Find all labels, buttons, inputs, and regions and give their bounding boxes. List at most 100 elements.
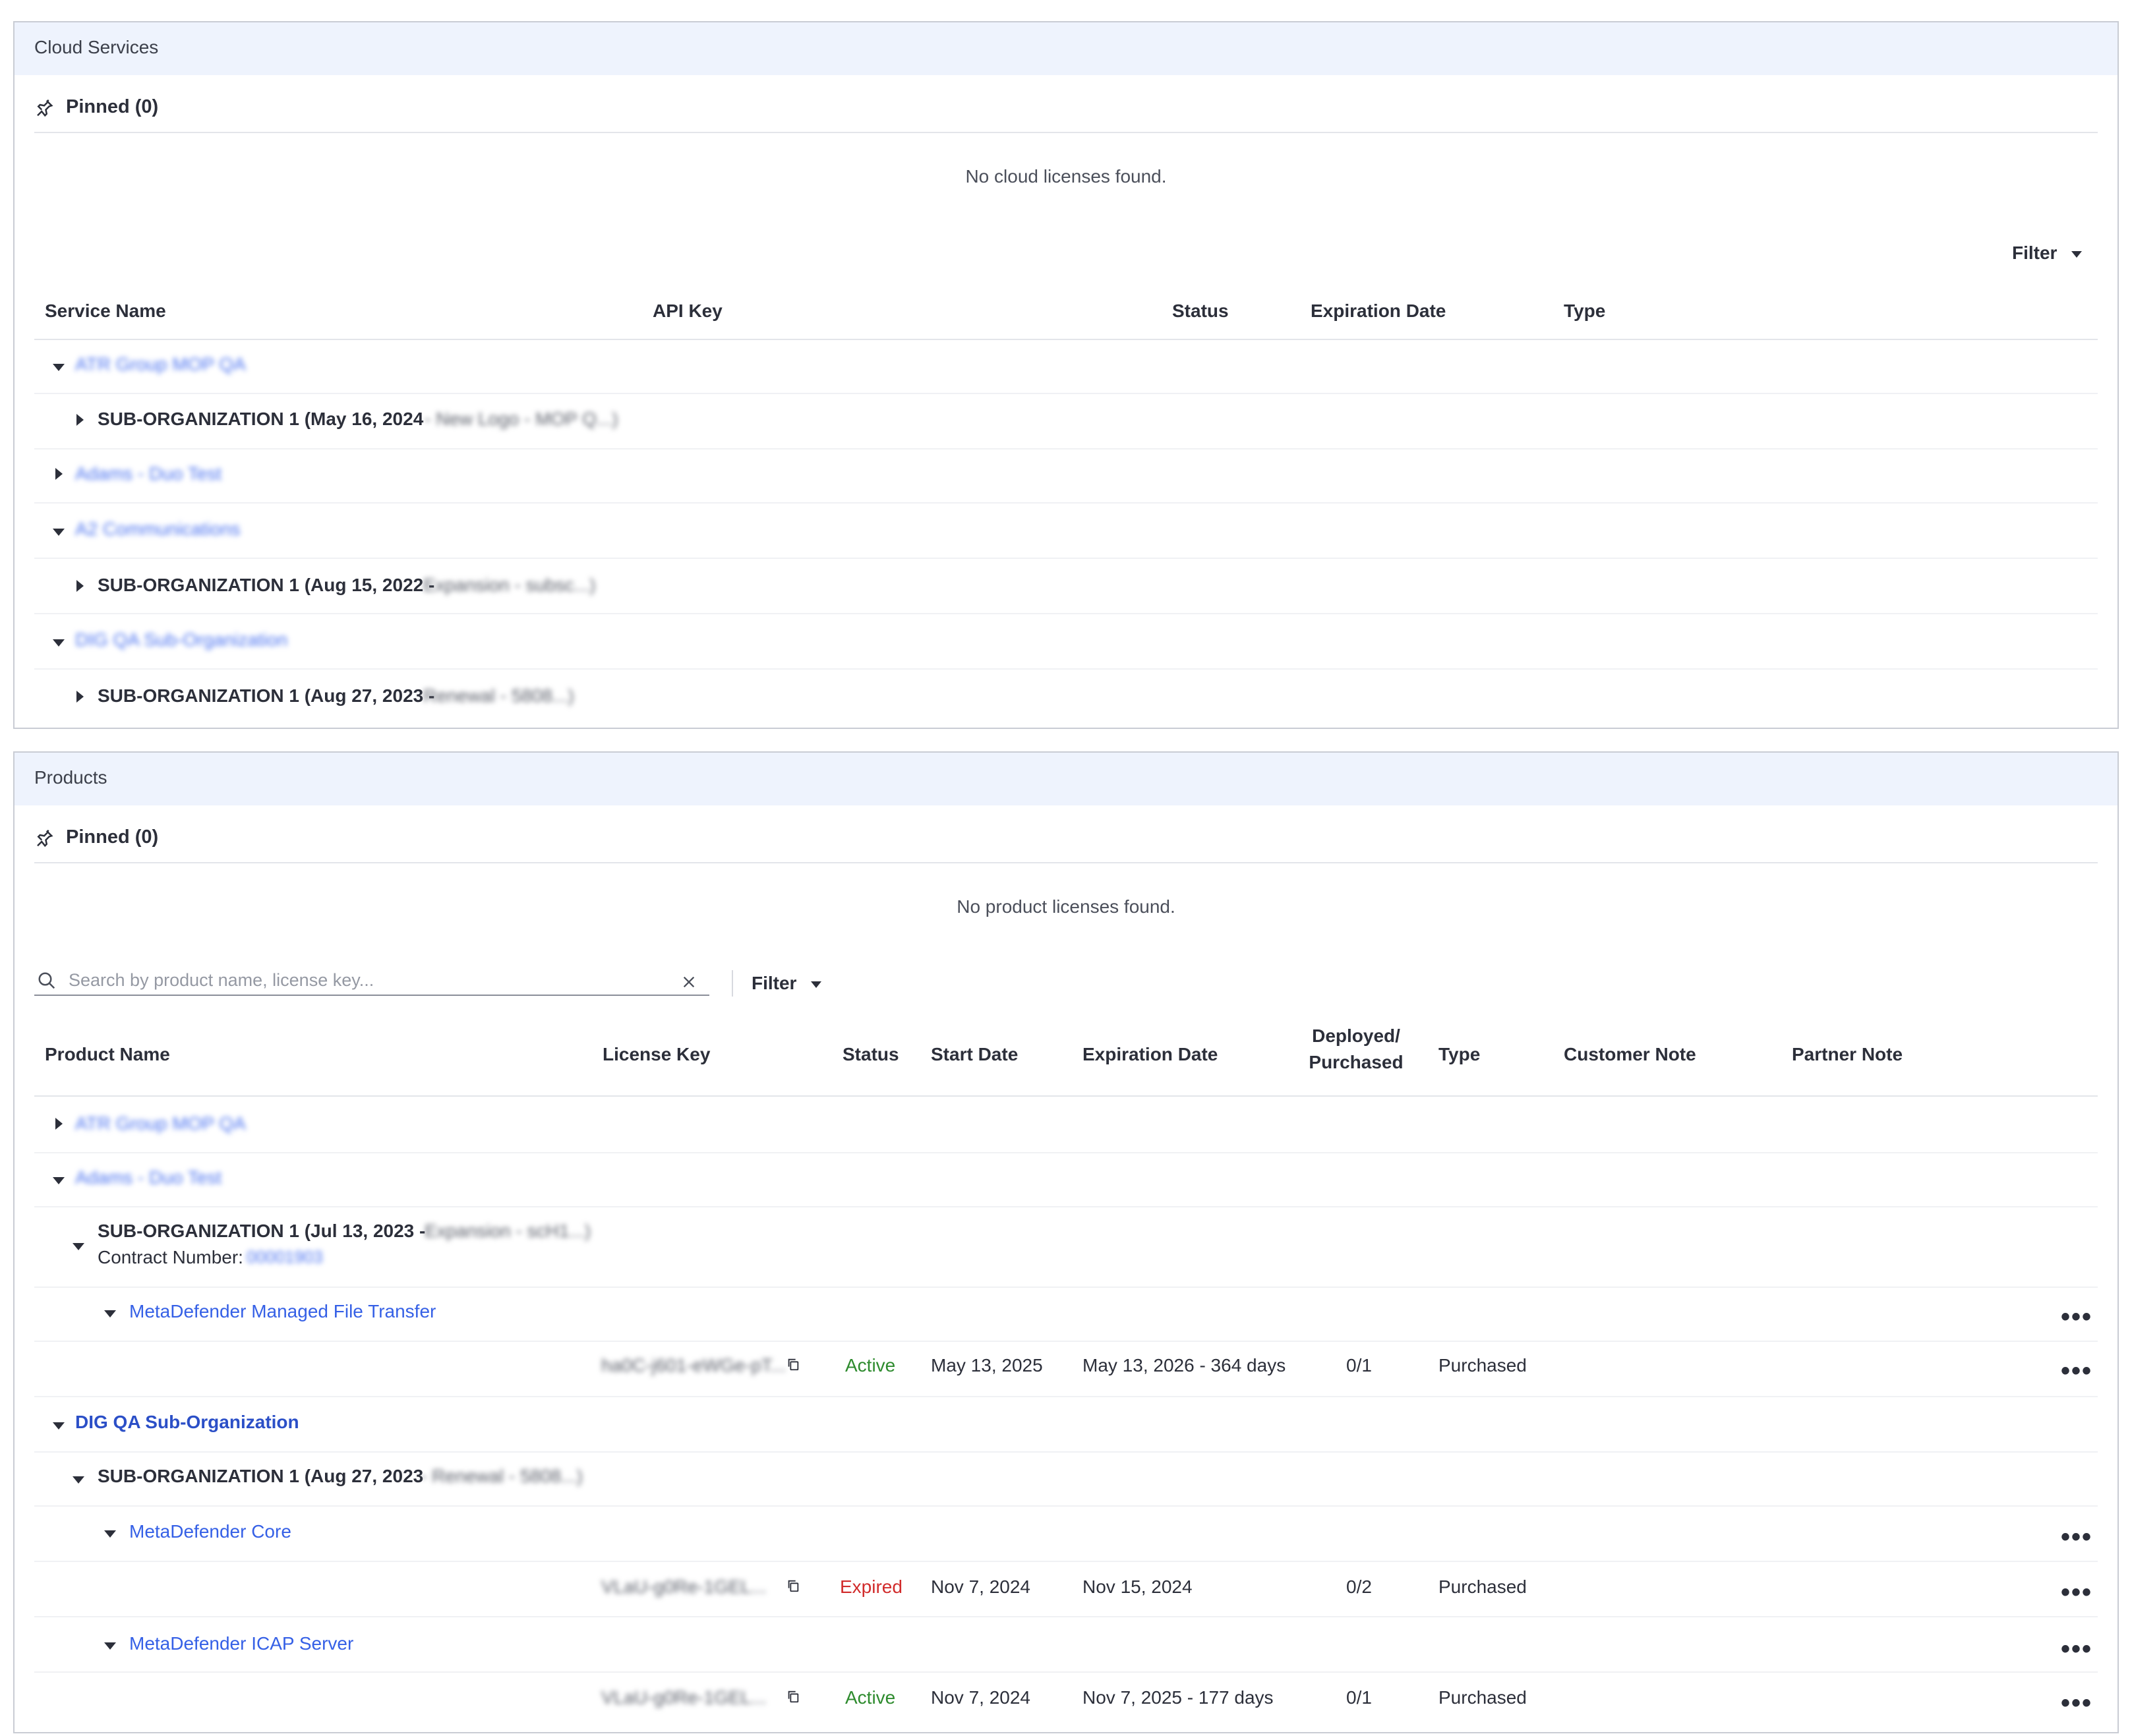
chevron-down-icon[interactable]: [104, 1642, 116, 1650]
more-icon[interactable]: •••: [2061, 1524, 2092, 1550]
products-filter-label: Filter: [752, 973, 797, 993]
start-date: Nov 7, 2024: [931, 1687, 1030, 1708]
copy-icon[interactable]: [786, 1356, 800, 1372]
col-status[interactable]: Status: [1172, 301, 1229, 322]
product-name-link[interactable]: MetaDefender ICAP Server: [129, 1633, 353, 1654]
product-name-link[interactable]: MetaDefender Managed File Transfer: [129, 1301, 436, 1322]
sub-org-label: SUB-ORGANIZATION 1 (Aug 27, 2023: [98, 1466, 424, 1486]
col-customer-note[interactable]: Customer Note: [1564, 1044, 1696, 1065]
products-header: Products: [15, 753, 2117, 805]
chevron-down-icon[interactable]: [53, 529, 65, 536]
products-pinned-label: Pinned (0): [66, 826, 159, 848]
license-key: ha0C-j601-eWGe-pT...: [601, 1355, 786, 1375]
col-expiration-date[interactable]: Expiration Date: [1082, 1044, 1218, 1065]
status-badge: Expired: [840, 1577, 903, 1597]
col-start-date[interactable]: Start Date: [931, 1044, 1018, 1065]
close-icon[interactable]: [682, 975, 696, 989]
col-expiration-date[interactable]: Expiration Date: [1311, 301, 1446, 322]
start-date: Nov 7, 2024: [931, 1577, 1030, 1597]
contract-number-value[interactable]: 00001903: [247, 1247, 323, 1267]
chevron-down-icon[interactable]: [104, 1310, 116, 1317]
sub-org-label: SUB-ORGANIZATION 1 (May 16, 2024: [98, 409, 424, 429]
chevron-down-icon[interactable]: [53, 1422, 65, 1430]
chevron-down-icon[interactable]: [73, 1243, 84, 1250]
license-key: VLaU-g0Re-1GEL...: [601, 1577, 767, 1597]
expiration-date: May 13, 2026 - 364 days: [1082, 1355, 1286, 1375]
product-name-link[interactable]: MetaDefender Core: [129, 1521, 291, 1542]
license-type: Purchased: [1438, 1355, 1527, 1375]
more-icon[interactable]: •••: [2061, 1304, 2092, 1330]
col-type[interactable]: Type: [1438, 1044, 1480, 1065]
cloud-filter-button[interactable]: Filter: [2012, 243, 2082, 264]
deployed-purchased: 0/1: [1346, 1687, 1372, 1708]
start-date: May 13, 2025: [931, 1355, 1043, 1375]
sub-org-label: SUB-ORGANIZATION 1 (Aug 15, 2022 -: [98, 575, 435, 595]
cloud-pinned-label: Pinned (0): [66, 96, 159, 117]
products-filter-button[interactable]: Filter: [752, 973, 821, 994]
col-status[interactable]: Status: [843, 1044, 899, 1065]
copy-icon[interactable]: [786, 1689, 800, 1704]
chevron-right-icon[interactable]: [76, 691, 84, 703]
contract-number-label: Contract Number:: [98, 1247, 243, 1267]
header-divider: [34, 339, 2098, 340]
status-badge: Active: [845, 1355, 896, 1375]
col-service-name[interactable]: Service Name: [45, 301, 166, 322]
cloud-services-panel: Cloud Services Pinned (0) No cloud licen…: [13, 21, 2119, 729]
chevron-down-icon[interactable]: [104, 1530, 116, 1538]
license-key: VLaU-g0Re-1GEL...: [601, 1687, 767, 1708]
products-panel: Products Pinned (0) No product licenses …: [13, 751, 2119, 1733]
products-empty-message: No product licenses found.: [957, 896, 1175, 917]
sub-org-label: SUB-ORGANIZATION 1 (Aug 27, 2023 -: [98, 685, 435, 706]
pin-icon: [37, 830, 53, 848]
divider: [34, 132, 2098, 133]
col-type[interactable]: Type: [1564, 301, 1605, 322]
org-name[interactable]: ATR Group MOP QA: [75, 1113, 246, 1134]
products-title: Products: [34, 767, 107, 788]
sub-org-label: SUB-ORGANIZATION 1 (Jul 13, 2023 -: [98, 1221, 426, 1241]
chevron-right-icon[interactable]: [55, 1118, 63, 1130]
org-name[interactable]: Adams - Duo Test: [75, 1167, 222, 1188]
chevron-down-icon: [811, 981, 821, 988]
org-name[interactable]: ATR Group MOP QA: [75, 354, 246, 375]
more-icon[interactable]: •••: [2061, 1690, 2092, 1716]
chevron-down-icon[interactable]: [53, 1177, 65, 1184]
more-icon[interactable]: •••: [2061, 1636, 2092, 1662]
license-type: Purchased: [1438, 1687, 1527, 1708]
col-deployed-line2: Purchased: [1309, 1052, 1404, 1072]
more-icon[interactable]: •••: [2061, 1358, 2092, 1384]
cloud-services-title: Cloud Services: [34, 37, 159, 57]
cloud-empty-message: No cloud licenses found.: [965, 166, 1167, 187]
expiration-date: Nov 7, 2025 - 177 days: [1082, 1687, 1274, 1708]
deployed-purchased: 0/1: [1346, 1355, 1372, 1375]
org-name[interactable]: DIG QA Sub-Organization: [75, 629, 287, 651]
pin-icon: [37, 100, 53, 117]
sub-org-hidden: Expansion - subsc...): [423, 575, 596, 595]
sub-org-hidden: - Renewal - 5808...): [421, 1466, 583, 1486]
col-api-key[interactable]: API Key: [653, 301, 723, 322]
status-badge: Active: [845, 1687, 896, 1708]
sub-org-hidden: Renewal - 5808...): [423, 685, 574, 706]
cloud-pinned-toggle[interactable]: Pinned (0): [37, 96, 159, 118]
copy-icon[interactable]: [786, 1578, 800, 1594]
more-icon[interactable]: •••: [2061, 1579, 2092, 1606]
header-divider: [34, 1095, 2098, 1097]
chevron-down-icon[interactable]: [53, 639, 65, 647]
org-name[interactable]: DIG QA Sub-Organization: [75, 1412, 299, 1433]
chevron-down-icon[interactable]: [53, 364, 65, 371]
chevron-down-icon: [2071, 251, 2082, 258]
search-input[interactable]: [69, 967, 649, 993]
chevron-right-icon[interactable]: [76, 414, 84, 426]
cloud-services-header: Cloud Services: [15, 22, 2117, 75]
product-search[interactable]: [34, 967, 709, 996]
org-name[interactable]: A2 Communications: [75, 519, 241, 540]
chevron-right-icon[interactable]: [76, 580, 84, 592]
products-pinned-toggle[interactable]: Pinned (0): [37, 826, 159, 848]
chevron-right-icon[interactable]: [55, 468, 63, 480]
org-name[interactable]: Adams - Duo Test: [75, 463, 222, 484]
col-partner-note[interactable]: Partner Note: [1792, 1044, 1903, 1065]
col-product-name[interactable]: Product Name: [45, 1044, 170, 1065]
col-deployed-purchased[interactable]: Deployed/ Purchased: [1307, 1023, 1406, 1076]
col-license-key[interactable]: License Key: [603, 1044, 710, 1065]
deployed-purchased: 0/2: [1346, 1577, 1372, 1597]
chevron-down-icon[interactable]: [73, 1476, 84, 1484]
